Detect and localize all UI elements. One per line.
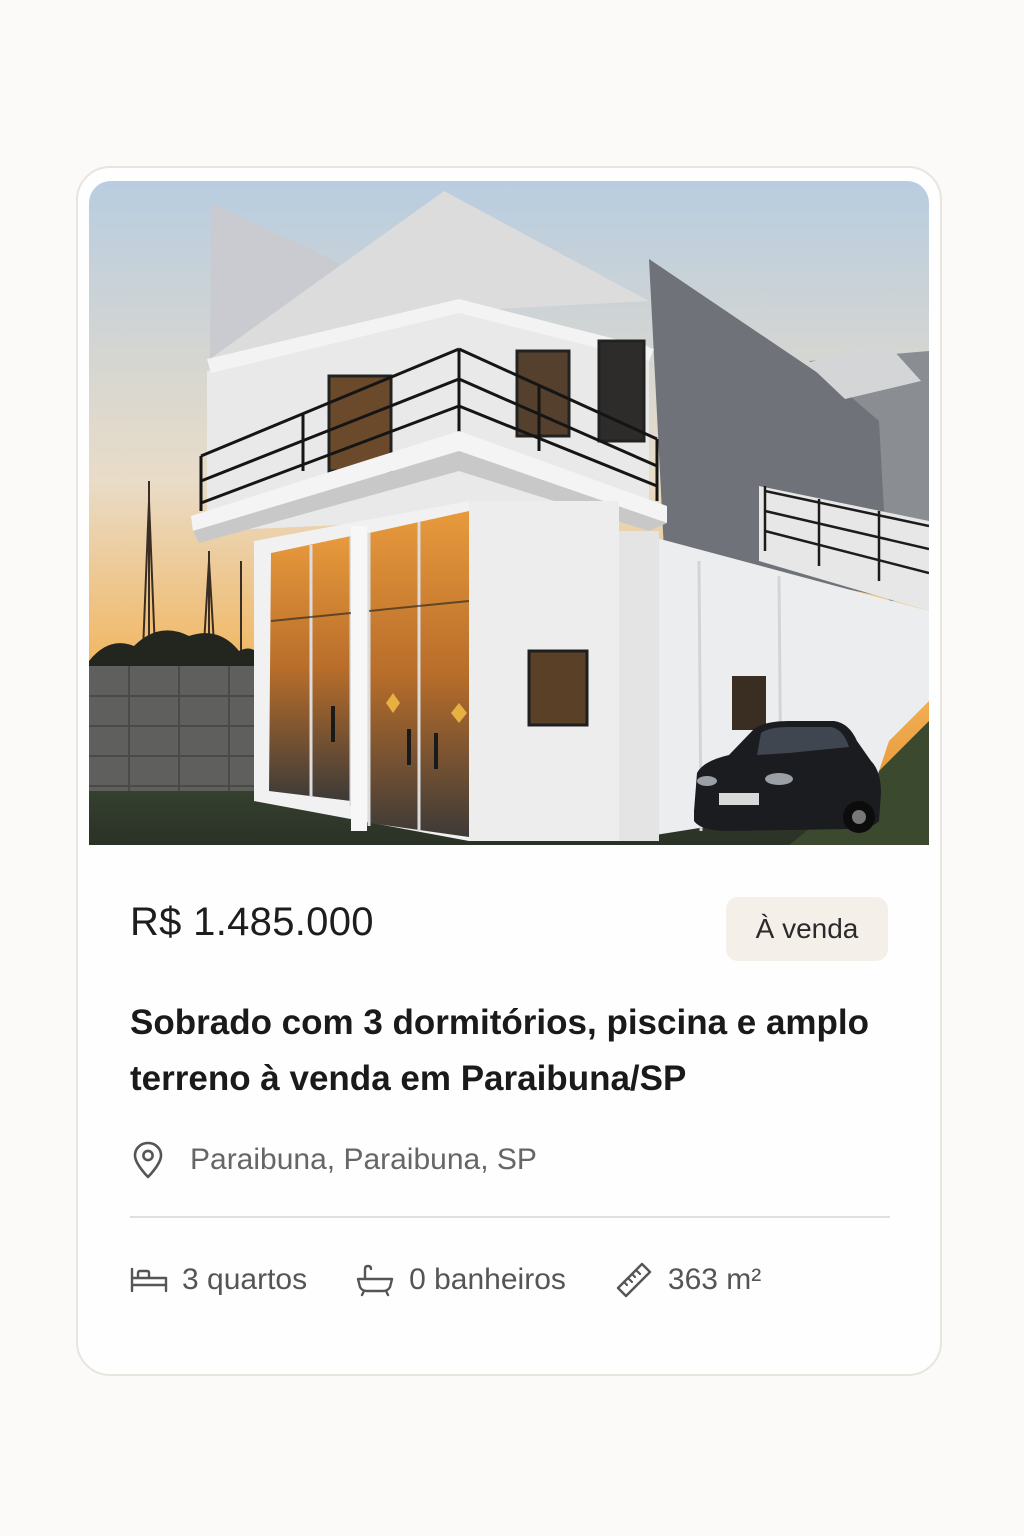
feature-area: 363 m² bbox=[614, 1260, 761, 1300]
feature-bathrooms: 0 banheiros bbox=[355, 1263, 566, 1297]
property-card[interactable]: R$ 1.485.000 À venda Sobrado com 3 dormi… bbox=[76, 166, 942, 1376]
ruler-icon bbox=[616, 1262, 652, 1298]
bedrooms-text: 3 quartos bbox=[182, 1263, 308, 1296]
status-badge: À venda bbox=[726, 897, 888, 961]
bed-icon bbox=[130, 1267, 168, 1293]
bathrooms-text: 0 banheiros bbox=[409, 1263, 566, 1296]
map-pin-icon bbox=[133, 1141, 163, 1179]
location-text: Paraibuna, Paraibuna, SP bbox=[190, 1143, 537, 1176]
listing-location: Paraibuna, Paraibuna, SP bbox=[130, 1138, 537, 1182]
house-photo-illustration bbox=[89, 181, 929, 845]
area-text: 363 m² bbox=[667, 1263, 762, 1296]
bathtub-icon bbox=[356, 1264, 394, 1297]
listing-title[interactable]: Sobrado com 3 dormitórios, piscina e amp… bbox=[130, 995, 890, 1107]
feature-bedrooms: 3 quartos bbox=[130, 1263, 307, 1297]
listing-price: R$ 1.485.000 bbox=[130, 900, 374, 944]
property-photo[interactable] bbox=[89, 181, 929, 845]
listing-features: 3 quartos 0 banheiros 363 m² bbox=[130, 1256, 809, 1304]
divider bbox=[130, 1216, 890, 1218]
